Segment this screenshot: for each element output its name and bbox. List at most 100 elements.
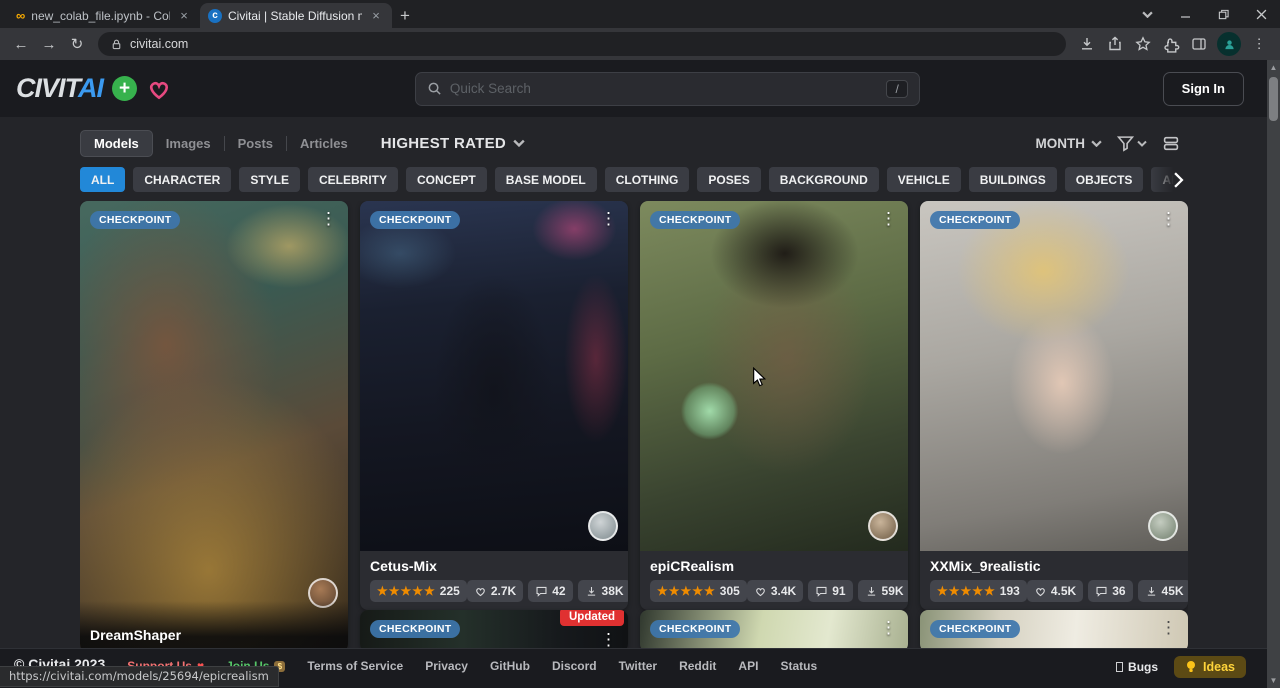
reddit-link[interactable]: Reddit — [679, 659, 716, 673]
scroll-up-arrow-icon[interactable]: ▲ — [1270, 60, 1278, 75]
extensions-puzzle-icon[interactable] — [1158, 31, 1184, 57]
terms-link[interactable]: Terms of Service — [307, 659, 403, 673]
tab-list-chevron-icon[interactable] — [1128, 0, 1166, 28]
download-icon — [1145, 585, 1158, 598]
tab-close-icon[interactable]: × — [368, 8, 384, 23]
footer-right: Bugs Ideas — [1116, 656, 1246, 678]
browse-nav-row: Models Images Posts Articles HIGHEST RAT… — [80, 128, 1180, 158]
rating-pill: ★★★★★ 193 — [930, 580, 1027, 602]
category-chip-concept[interactable]: CONCEPT — [406, 167, 487, 192]
lock-icon — [110, 38, 123, 51]
category-chip-clothing[interactable]: CLOTHING — [605, 167, 690, 192]
category-chip-all[interactable]: ALL — [80, 167, 125, 192]
period-dropdown[interactable]: MONTH — [1036, 136, 1103, 151]
card-menu-kebab-icon[interactable]: ⋮ — [315, 207, 342, 230]
back-button[interactable]: ← — [8, 31, 34, 57]
reload-button[interactable]: ↻ — [64, 31, 90, 57]
category-chip-buildings[interactable]: BUILDINGS — [969, 167, 1057, 192]
tab-articles[interactable]: Articles — [287, 131, 361, 156]
sort-dropdown[interactable]: HIGHEST RATED — [381, 135, 525, 152]
status-link[interactable]: Status — [780, 659, 817, 673]
side-panel-icon[interactable] — [1186, 31, 1212, 57]
page-scrollbar[interactable]: ▲ ▼ — [1267, 60, 1280, 688]
address-bar[interactable]: civitai.com — [98, 32, 1066, 56]
browser-menu-kebab-icon[interactable]: ⋮ — [1246, 31, 1272, 57]
card-footer: DreamShaper — [80, 601, 348, 648]
layout-toggle-button[interactable] — [1162, 135, 1180, 152]
categories-scroll-right[interactable] — [1150, 167, 1184, 193]
bookmark-star-icon[interactable] — [1130, 31, 1156, 57]
browser-profile-avatar[interactable] — [1217, 32, 1241, 56]
favorites-heart-icon[interactable] — [146, 77, 172, 101]
scroll-down-arrow-icon[interactable]: ▼ — [1270, 673, 1278, 688]
sign-in-button[interactable]: Sign In — [1163, 72, 1244, 106]
card-menu-kebab-icon[interactable]: ⋮ — [595, 628, 622, 648]
creator-avatar[interactable] — [868, 511, 898, 541]
category-chip-poses[interactable]: POSES — [697, 167, 760, 192]
comments-pill: 91 — [808, 580, 852, 602]
tab-close-icon[interactable]: × — [176, 8, 192, 23]
category-chip-celebrity[interactable]: CELEBRITY — [308, 167, 398, 192]
forward-button[interactable]: → — [36, 31, 62, 57]
model-type-badge: CHECKPOINT — [370, 620, 460, 638]
stat-pills: 3.4K 91 59K — [747, 580, 908, 602]
card-menu-kebab-icon[interactable]: ⋮ — [1155, 616, 1182, 639]
model-type-badge: CHECKPOINT — [930, 211, 1020, 229]
maximize-button[interactable] — [1204, 0, 1242, 28]
category-chip-objects[interactable]: OBJECTS — [1065, 167, 1144, 192]
search-icon — [427, 81, 442, 96]
browser-tab-civitai[interactable]: c Civitai | Stable Diffusion models, × — [200, 3, 392, 28]
model-card-cetus-mix[interactable]: CHECKPOINT ⋮ Cetus-Mix ★★★★★ 225 2.7K — [360, 201, 628, 610]
model-type-badge: CHECKPOINT — [370, 211, 460, 229]
chevron-down-icon — [1091, 140, 1102, 147]
likes-pill: 4.5K — [1027, 580, 1083, 602]
privacy-link[interactable]: Privacy — [425, 659, 468, 673]
download-icon[interactable] — [1074, 31, 1100, 57]
tab-models[interactable]: Models — [80, 130, 153, 157]
creator-avatar[interactable] — [1148, 511, 1178, 541]
filter-funnel-dropdown[interactable] — [1117, 135, 1147, 152]
model-preview-image: CHECKPOINT ⋮ — [360, 201, 628, 551]
card-menu-kebab-icon[interactable]: ⋮ — [595, 207, 622, 230]
model-card-partial[interactable]: CHECKPOINT ⋮ — [640, 610, 908, 648]
main-content: Models Images Posts Articles HIGHEST RAT… — [0, 117, 1280, 648]
close-window-button[interactable] — [1242, 0, 1280, 28]
model-card-partial[interactable]: CHECKPOINT ⋮ — [920, 610, 1188, 648]
category-chip-character[interactable]: CHARACTER — [133, 167, 231, 192]
category-chip-base-model[interactable]: BASE MODEL — [495, 167, 597, 192]
category-chip-background[interactable]: BACKGROUND — [769, 167, 879, 192]
model-card-xxmix[interactable]: CHECKPOINT ⋮ XXMix_9realistic ★★★★★ 193 … — [920, 201, 1188, 610]
card-menu-kebab-icon[interactable]: ⋮ — [875, 616, 902, 639]
browser-toolbar: ← → ↻ civitai.com ⋮ — [0, 28, 1280, 60]
category-chip-style[interactable]: STYLE — [239, 167, 300, 192]
twitter-link[interactable]: Twitter — [619, 659, 657, 673]
card-menu-kebab-icon[interactable]: ⋮ — [1155, 207, 1182, 230]
ideas-button[interactable]: Ideas — [1174, 656, 1246, 678]
tab-images[interactable]: Images — [153, 131, 224, 156]
create-plus-icon[interactable]: + — [112, 76, 137, 101]
card-menu-kebab-icon[interactable]: ⋮ — [875, 207, 902, 230]
model-card-partial[interactable]: CHECKPOINT Updated ⋮ — [360, 610, 628, 648]
search-input[interactable] — [450, 81, 879, 96]
browser-tab-colab[interactable]: ∞ new_colab_file.ipynb - Colaborat × — [8, 3, 200, 28]
scrollbar-thumb[interactable] — [1269, 77, 1278, 121]
discord-link[interactable]: Discord — [552, 659, 597, 673]
category-chip-vehicle[interactable]: VEHICLE — [887, 167, 961, 192]
bugs-link[interactable]: Bugs — [1116, 660, 1158, 674]
github-link[interactable]: GitHub — [490, 659, 530, 673]
model-type-badge: CHECKPOINT — [650, 620, 740, 638]
api-link[interactable]: API — [738, 659, 758, 673]
model-card-epicrealism[interactable]: CHECKPOINT ⋮ epiCRealism ★★★★★ 305 3.4K — [640, 201, 908, 610]
minimize-button[interactable] — [1166, 0, 1204, 28]
creator-avatar[interactable] — [588, 511, 618, 541]
model-preview-image: CHECKPOINT ⋮ DreamShaper — [80, 201, 348, 648]
civitai-logo[interactable]: CIVITAI + — [16, 73, 172, 104]
share-icon[interactable] — [1102, 31, 1128, 57]
new-tab-button[interactable]: + — [392, 3, 418, 28]
tab-posts[interactable]: Posts — [225, 131, 286, 156]
quick-search-box[interactable]: / — [415, 72, 920, 106]
rows-layout-icon — [1162, 135, 1180, 152]
rating-pill: ★★★★★ 225 — [370, 580, 467, 602]
model-card-dreamshaper[interactable]: CHECKPOINT ⋮ DreamShaper — [80, 201, 348, 648]
screen: { "browser": { "tabs": [ { "title": "new… — [0, 0, 1280, 688]
